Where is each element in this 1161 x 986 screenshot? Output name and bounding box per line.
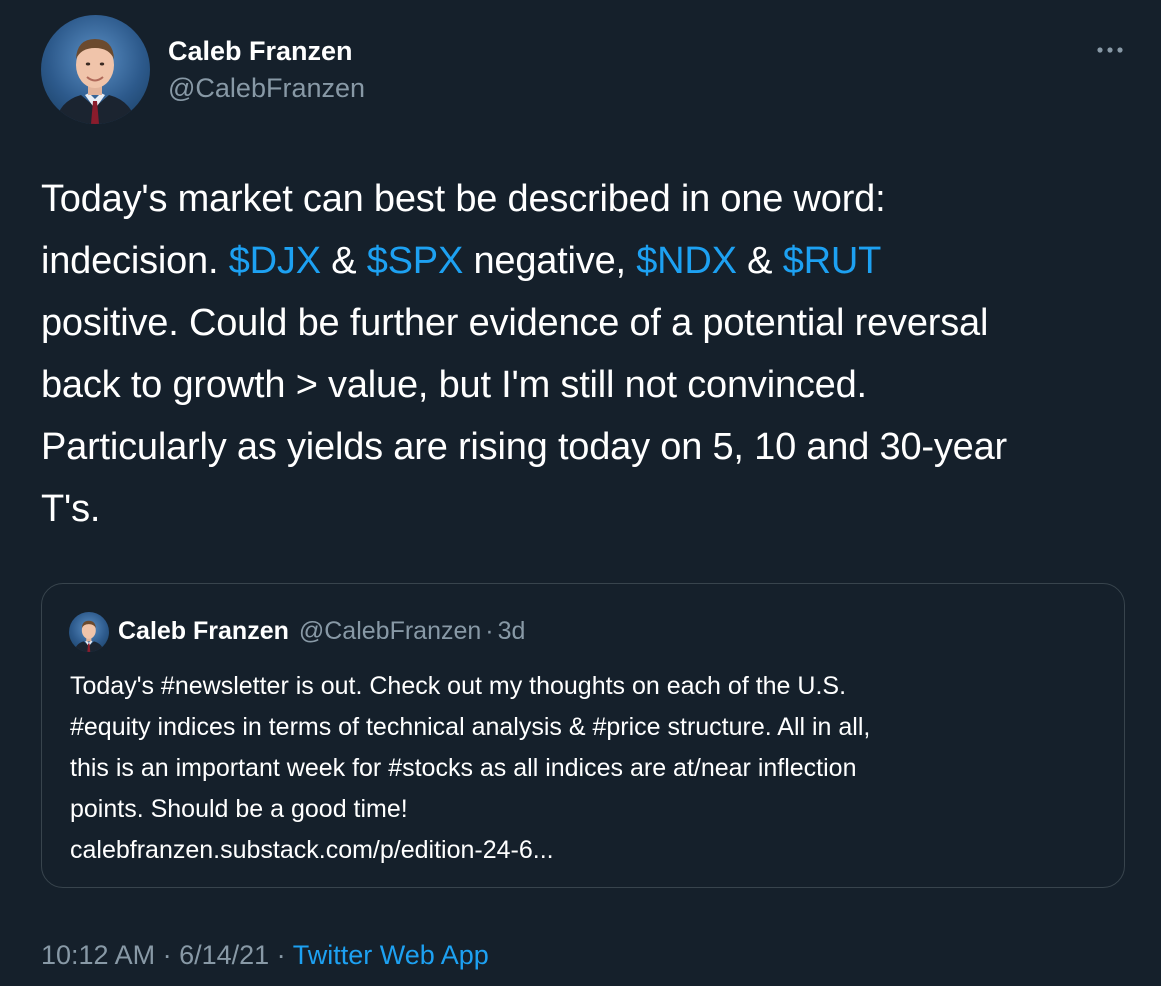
quoted-tweet-card[interactable]: Caleb Franzen @CalebFranzen · 3d Today's #n…	[41, 583, 1125, 888]
author-name[interactable]: Caleb Franzen	[168, 36, 353, 67]
tweet-text-line: positive. Could be further evidence of a…	[41, 292, 1126, 354]
meta-separator: ·	[155, 940, 180, 970]
cashtag-link[interactable]: $NDX	[636, 240, 737, 282]
tweet-text-segment: positive. Could be further evidence of a…	[41, 302, 989, 344]
tweet-text-segment: T's.	[41, 488, 101, 530]
author-avatar[interactable]	[41, 15, 150, 124]
quoted-author-avatar	[69, 612, 109, 652]
tweet-text-line: T's.	[41, 478, 1126, 540]
tweet-text-segment: back to growth > value, but I'm still no…	[41, 364, 867, 406]
tweet-time[interactable]: 10:12 AM	[41, 940, 155, 970]
quoted-link[interactable]: calebfranzen.substack.com/p/edition-24-6…	[70, 830, 1100, 871]
quoted-tweet-header: Caleb Franzen @CalebFranzen · 3d	[118, 617, 525, 646]
quoted-text-line: #equity indices in terms of technical an…	[70, 713, 871, 741]
tweet-text-segment: negative,	[463, 240, 637, 282]
quoted-tweet-text: Today's #newsletter is out. Check out my…	[70, 666, 1100, 871]
tweet-source-link[interactable]: Twitter Web App	[293, 940, 489, 970]
quoted-author-handle: @CalebFranzen	[298, 617, 482, 645]
cashtag-link[interactable]: $RUT	[783, 240, 882, 282]
cashtag-link[interactable]: $SPX	[367, 240, 464, 282]
tweet-metadata: 10:12 AM · 6/14/21 · Twitter Web App	[41, 940, 489, 971]
tweet-text-line: Particularly as yields are rising today …	[41, 416, 1126, 478]
tweet-text-line: Today's market can best be described in …	[41, 168, 1126, 230]
tweet-text: Today's market can best be described in …	[41, 168, 1126, 540]
quoted-text-line: points. Should be a good time!	[70, 795, 408, 823]
quoted-author-name: Caleb Franzen	[118, 617, 289, 645]
meta-separator: ·	[269, 940, 293, 970]
tweet-text-segment: indecision.	[41, 240, 229, 282]
author-handle[interactable]: @CalebFranzen	[168, 73, 365, 104]
quoted-tweet-age: 3d	[497, 617, 526, 645]
cashtag-link[interactable]: $DJX	[229, 240, 321, 282]
tweet-text-segment: &	[320, 240, 367, 282]
tweet-text-line: indecision. $DJX & $SPX negative, $NDX &…	[41, 230, 1126, 292]
more-horizontal-icon[interactable]	[1094, 40, 1126, 60]
quoted-text-line: this is an important week for #stocks as…	[70, 754, 857, 782]
tweet-text-segment: &	[736, 240, 783, 282]
tweet-text-segment: Particularly as yields are rising today …	[41, 426, 1007, 468]
tweet-text-segment: Today's market can best be described in …	[41, 178, 886, 220]
quoted-text-line: Today's #newsletter is out. Check out my…	[70, 672, 847, 700]
quoted-separator: ·	[485, 617, 494, 645]
tweet-date[interactable]: 6/14/21	[179, 940, 269, 970]
tweet-text-line: back to growth > value, but I'm still no…	[41, 354, 1126, 416]
